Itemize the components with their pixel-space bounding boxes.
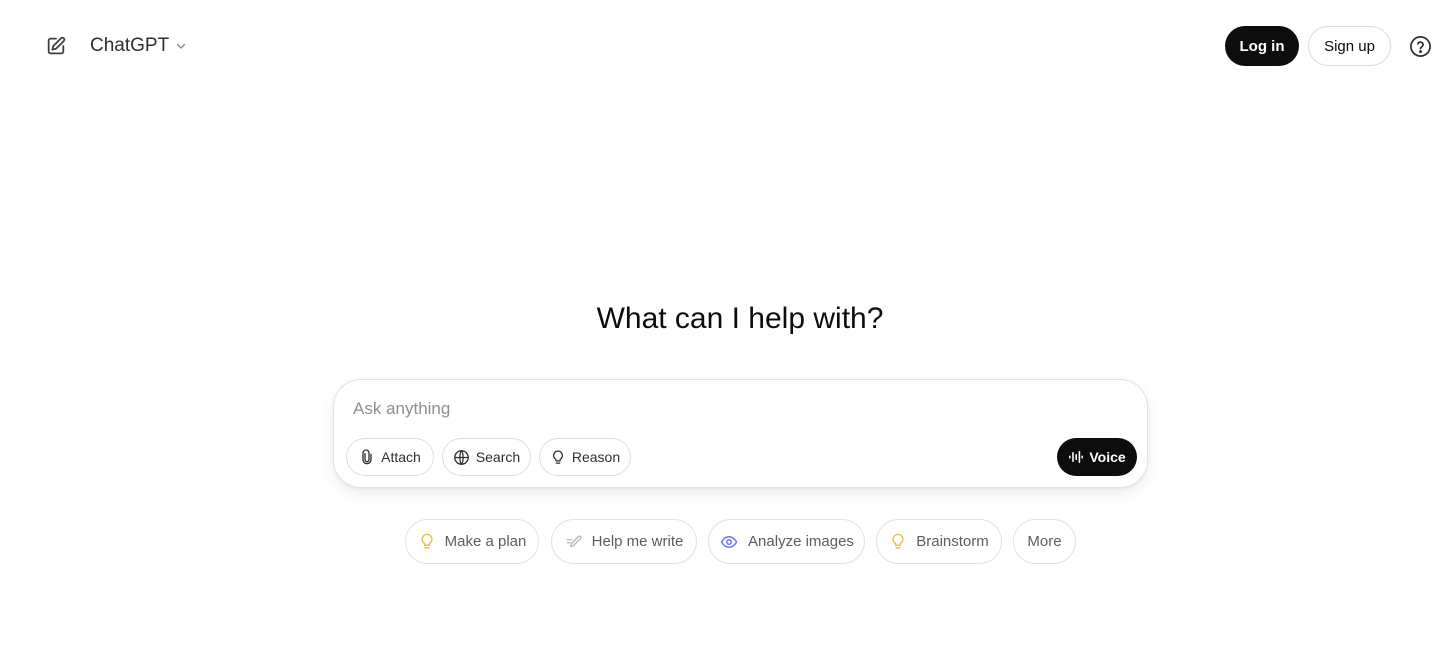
new-chat-button[interactable]	[40, 31, 72, 61]
model-name: ChatGPT	[90, 35, 170, 56]
suggestion-label: Brainstorm	[916, 533, 989, 550]
top-header: ChatGPT Log in Sign up	[0, 0, 1448, 92]
lightbulb-icon	[418, 532, 436, 551]
prompt-composer: Attach Search Reason	[333, 379, 1148, 488]
suggestion-label: More	[1027, 533, 1062, 550]
attach-button[interactable]: Attach	[346, 438, 434, 476]
suggestion-more[interactable]: More	[1013, 519, 1076, 564]
search-label: Search	[475, 449, 521, 465]
waveform-icon	[1068, 449, 1084, 465]
reason-label: Reason	[571, 449, 621, 465]
chevron-down-icon	[175, 40, 187, 52]
paperclip-icon	[359, 449, 375, 465]
lightbulb-icon	[550, 449, 566, 466]
pen-icon	[565, 533, 583, 551]
page-heading: What can I help with?	[596, 302, 884, 335]
log-in-button[interactable]: Log in	[1225, 26, 1299, 66]
prompt-input[interactable]	[353, 396, 1053, 422]
voice-label: Voice	[1089, 449, 1126, 465]
suggestion-label: Make a plan	[444, 533, 527, 550]
help-button[interactable]	[1408, 34, 1432, 58]
help-circle-icon	[1409, 35, 1432, 58]
suggestion-make-a-plan[interactable]: Make a plan	[405, 519, 539, 564]
suggestion-brainstorm[interactable]: Brainstorm	[876, 519, 1002, 564]
lightbulb-icon	[889, 532, 907, 551]
globe-icon	[453, 449, 470, 466]
suggestion-analyze-images[interactable]: Analyze images	[708, 519, 865, 564]
attach-label: Attach	[381, 449, 421, 465]
voice-button[interactable]: Voice	[1057, 438, 1137, 476]
model-switcher[interactable]: ChatGPT	[84, 30, 193, 62]
sign-up-button[interactable]: Sign up	[1308, 26, 1391, 66]
suggestion-label: Analyze images	[748, 533, 854, 550]
search-button[interactable]: Search	[442, 438, 531, 476]
suggestion-label: Help me write	[591, 533, 684, 550]
reason-button[interactable]: Reason	[539, 438, 631, 476]
edit-icon	[45, 35, 67, 57]
suggestion-help-me-write[interactable]: Help me write	[551, 519, 697, 564]
eye-icon	[719, 533, 739, 551]
